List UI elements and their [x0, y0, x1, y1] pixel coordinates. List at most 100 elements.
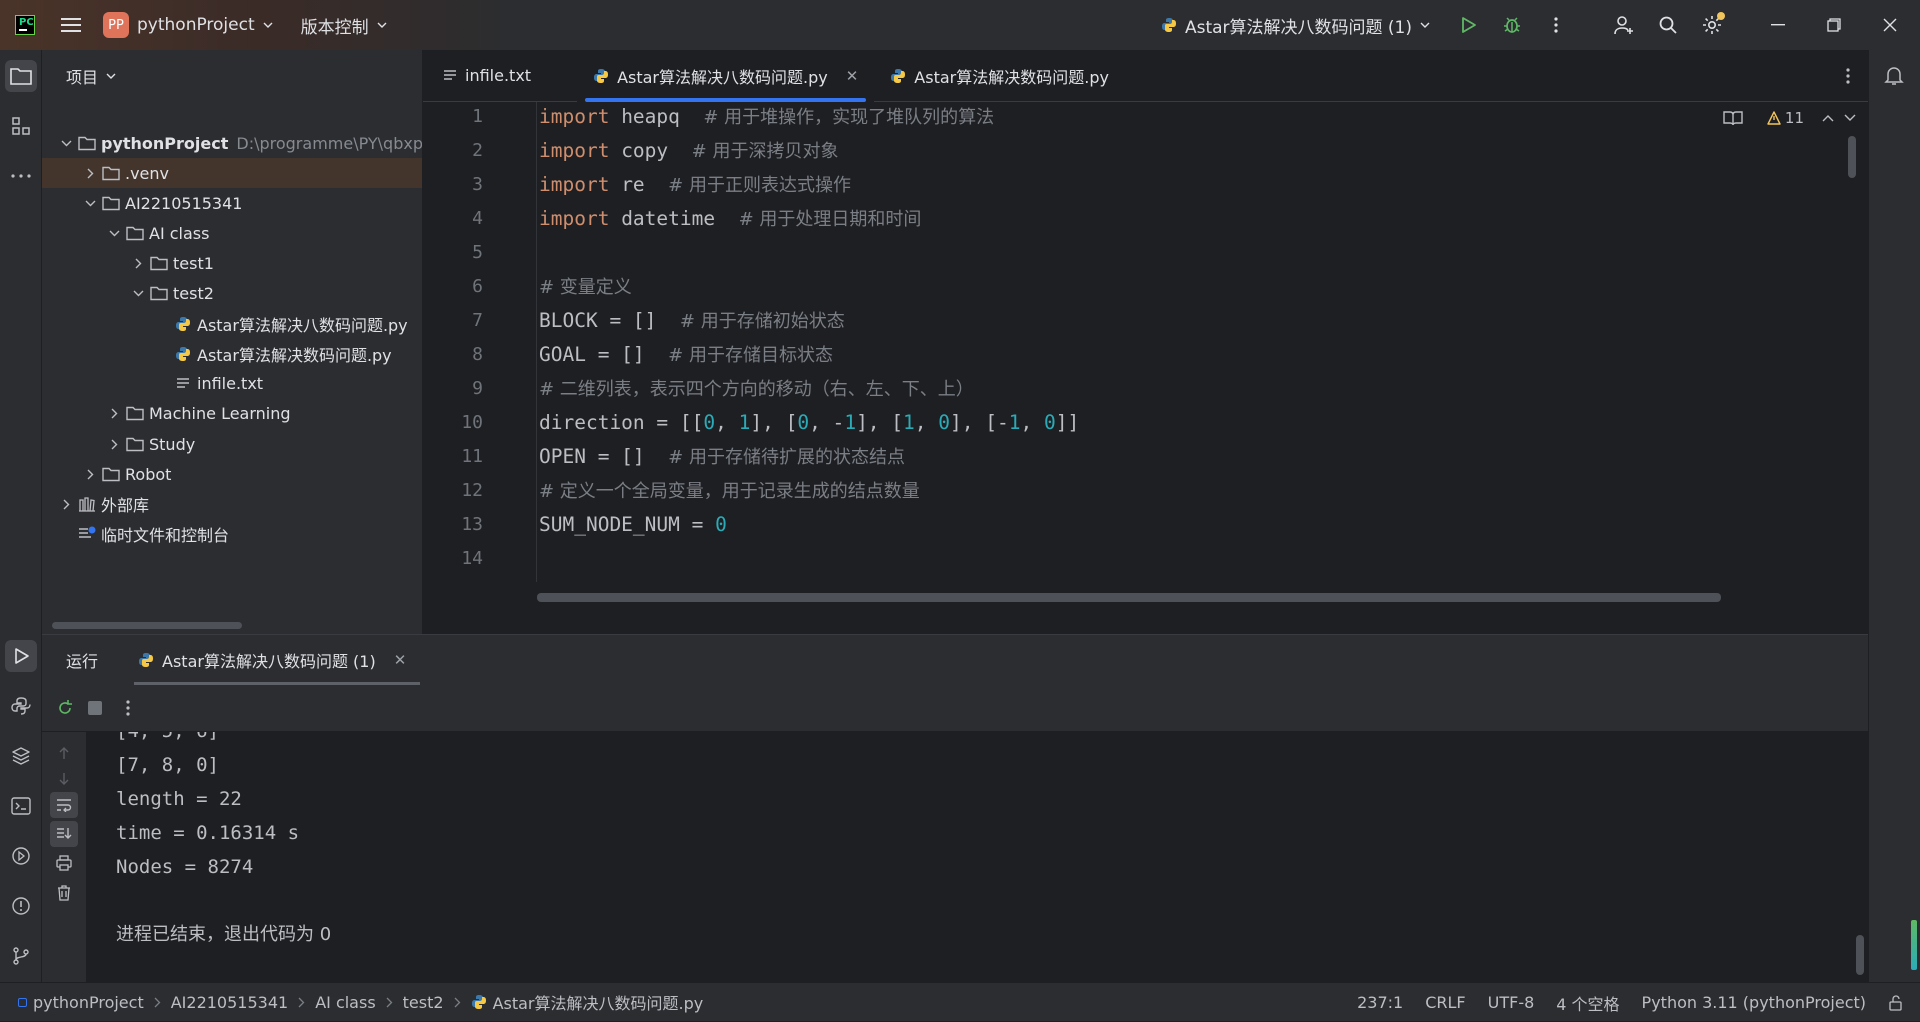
- line-number: 14: [461, 548, 483, 569]
- readonly-lock-icon[interactable]: [1888, 994, 1904, 1011]
- project-switcher[interactable]: PP pythonProject: [103, 0, 273, 50]
- tab-more-icon[interactable]: [1846, 68, 1850, 84]
- search-icon[interactable]: [1646, 0, 1690, 50]
- soft-wrap-icon[interactable]: [50, 792, 78, 818]
- scroll-to-end-icon[interactable]: [50, 821, 78, 847]
- restore-window-icon[interactable]: [1812, 0, 1856, 50]
- minimize-window-icon[interactable]: [1756, 0, 1800, 50]
- breadcrumb-item[interactable]: pythonProject: [33, 993, 144, 1012]
- project-panel-header[interactable]: 项目: [42, 50, 422, 102]
- tree-item[interactable]: .venv: [42, 158, 422, 189]
- structure-icon: [12, 117, 30, 135]
- editor-area: infile.txt Astar算法解决八数码问题.py ✕ Astar算法解决数码问…: [423, 49, 1868, 634]
- project-panel-title: 项目: [66, 68, 99, 87]
- file-encoding[interactable]: UTF-8: [1488, 993, 1535, 1012]
- tree-item[interactable]: test1: [42, 248, 422, 278]
- breadcrumb-separator-icon: [386, 997, 393, 1008]
- caret-position[interactable]: 237:1: [1357, 993, 1403, 1012]
- clear-console-icon[interactable]: [50, 880, 78, 906]
- text-file-icon: [172, 377, 194, 391]
- code-editor[interactable]: import heapq # 用于堆操作，实现了堆队列的算法 import cop…: [536, 102, 1836, 582]
- tree-item[interactable]: Astar算法解决数码问题.py: [42, 339, 422, 369]
- run-tool-button[interactable]: [5, 640, 37, 672]
- vcs-menu[interactable]: 版本控制: [301, 0, 387, 50]
- folder-icon: [148, 256, 170, 271]
- tree-item[interactable]: 临时文件和控制台: [42, 519, 422, 549]
- indent-setting[interactable]: 4 个空格: [1556, 991, 1619, 1015]
- folder-icon: [124, 437, 146, 452]
- run-side-toolbar: [42, 732, 86, 983]
- reader-mode-icon[interactable]: [1723, 110, 1743, 126]
- console-vscroll[interactable]: [1856, 935, 1864, 975]
- chevron-right-icon: [63, 499, 69, 510]
- python-packages-button[interactable]: [5, 740, 37, 772]
- run-tab[interactable]: Astar算法解决八数码问题 (1) ✕: [134, 635, 421, 685]
- breadcrumb-item[interactable]: AI class: [315, 993, 375, 1012]
- warnings-indicator[interactable]: 11: [1767, 109, 1804, 127]
- notification-dot: [1717, 12, 1725, 20]
- breadcrumb-item[interactable]: AI2210515341: [171, 993, 288, 1012]
- breadcrumb-item[interactable]: test2: [403, 993, 444, 1012]
- tree-item[interactable]: AI class: [42, 218, 422, 248]
- more-tools-button[interactable]: [5, 160, 37, 192]
- tree-item[interactable]: test2: [42, 279, 422, 309]
- rerun-icon[interactable]: [56, 699, 74, 717]
- editor-vscroll[interactable]: [1848, 136, 1856, 178]
- tree-item[interactable]: AI2210515341: [42, 188, 422, 218]
- services-button[interactable]: [5, 840, 37, 872]
- run-config-selector[interactable]: Astar算法解决八数码问题 (1): [1161, 0, 1430, 50]
- console-line: 进程已结束，退出代码为 0: [116, 924, 332, 945]
- tree-item[interactable]: Machine Learning: [42, 399, 422, 429]
- settings-icon[interactable]: [1690, 0, 1734, 50]
- close-tab-icon[interactable]: ✕: [846, 67, 859, 85]
- chevron-up-icon[interactable]: [1822, 114, 1834, 122]
- chevron-right-icon: [111, 439, 117, 449]
- structure-tool-button[interactable]: [5, 110, 37, 142]
- editor-hscroll[interactable]: [537, 593, 1721, 602]
- more-actions-icon[interactable]: [1534, 0, 1578, 50]
- tree-item[interactable]: infile.txt: [42, 369, 422, 399]
- breadcrumb-item[interactable]: Astar算法解决八数码问题.py: [493, 990, 704, 1014]
- add-user-icon[interactable]: [1602, 0, 1646, 50]
- tree-item-label: test1: [173, 253, 214, 273]
- editor-tab[interactable]: infile.txt: [427, 50, 547, 102]
- line-number: 5: [472, 242, 483, 263]
- run-config-label: Astar算法解决八数码问题 (1): [1184, 17, 1412, 38]
- chevron-down-icon[interactable]: [1844, 114, 1856, 122]
- editor-tab[interactable]: Astar算法解决八数码问题.py ✕: [577, 49, 875, 102]
- python-icon: [1161, 18, 1176, 32]
- print-icon[interactable]: [50, 850, 78, 876]
- right-tool-strip: [1868, 50, 1920, 982]
- memory-indicator: [1911, 920, 1917, 970]
- project-tree-scrollbar[interactable]: [52, 622, 242, 629]
- pycharm-logo-icon[interactable]: PC: [15, 15, 35, 35]
- console-output[interactable]: [4, 5, 6] [7, 8, 0] length = 22 time = 0.16…: [86, 732, 1868, 983]
- tree-item[interactable]: Astar算法解决八数码问题.py: [42, 309, 422, 339]
- python-interpreter[interactable]: Python 3.11 (pythonProject): [1642, 993, 1866, 1012]
- tree-item[interactable]: pythonProject D:\programme\PY\qbxp: [42, 128, 422, 158]
- run-more-icon[interactable]: [126, 700, 130, 716]
- git-button[interactable]: [5, 940, 37, 972]
- tree-item[interactable]: Study: [42, 429, 422, 459]
- debug-icon[interactable]: [1490, 0, 1534, 50]
- stop-icon[interactable]: [88, 701, 102, 715]
- terminal-icon: [11, 797, 31, 815]
- scroll-down-icon[interactable]: [50, 766, 78, 792]
- close-tab-icon[interactable]: ✕: [394, 651, 407, 669]
- close-window-icon[interactable]: [1868, 0, 1912, 50]
- module-icon: [18, 997, 27, 1007]
- tree-item[interactable]: Robot: [42, 459, 422, 489]
- editor-tab[interactable]: Astar算法解决数码问题.py: [874, 50, 1125, 102]
- line-ending[interactable]: CRLF: [1425, 993, 1465, 1012]
- terminal-button[interactable]: [5, 790, 37, 822]
- project-tool-button[interactable]: [5, 60, 37, 92]
- run-icon[interactable]: [1446, 0, 1490, 50]
- chevron-down-icon: [106, 73, 116, 79]
- status-bar: pythonProject AI2210515341 AI class test2 As…: [0, 982, 1920, 1021]
- python-console-button[interactable]: [5, 690, 37, 722]
- tree-item[interactable]: 外部库: [42, 489, 422, 519]
- scroll-up-icon[interactable]: [50, 740, 78, 766]
- problems-button[interactable]: [5, 890, 37, 922]
- notifications-bell-icon[interactable]: [1883, 64, 1905, 86]
- main-menu-icon[interactable]: [49, 0, 93, 50]
